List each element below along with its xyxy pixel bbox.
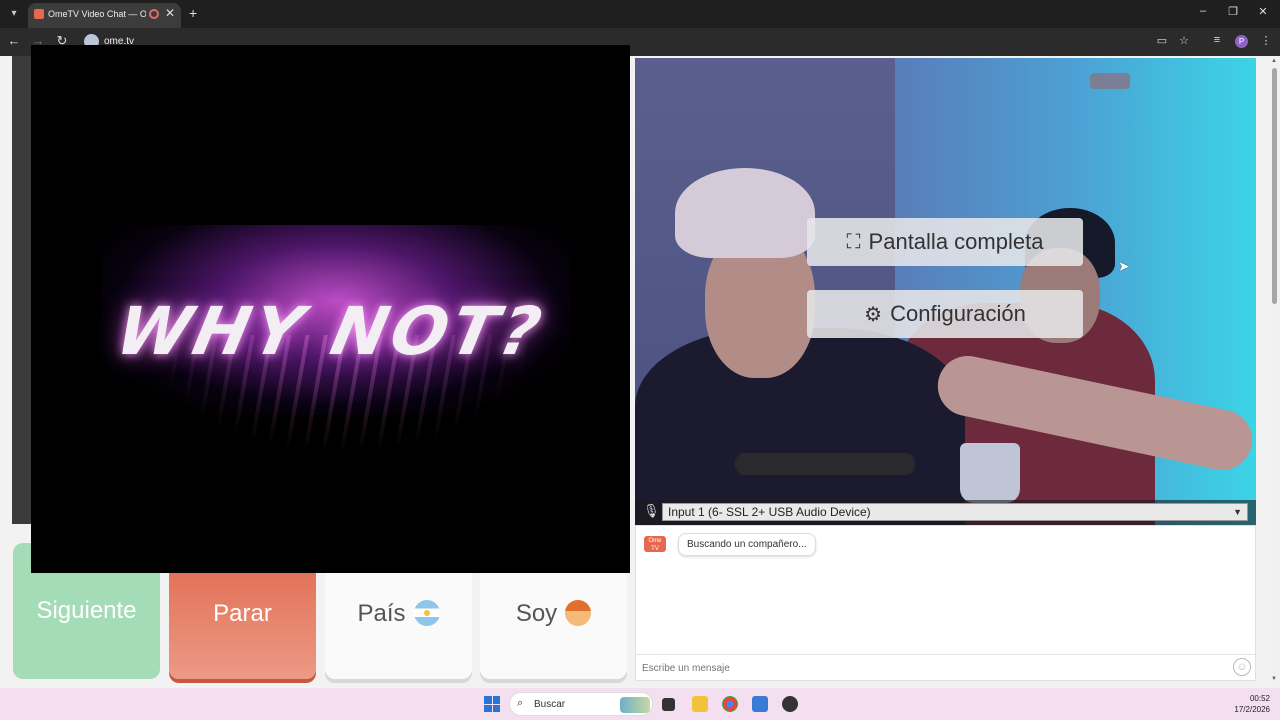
taskbar-search-label: Buscar xyxy=(534,699,566,710)
audio-device-select[interactable]: Input 1 (6- SSL 2+ USB Audio Device) ▼ xyxy=(662,503,1248,521)
browser-tab[interactable]: OmeTV Video Chat — Ome ✕ xyxy=(28,3,181,28)
partner-video: ⛶ Pantalla completa ⚙ Configuración ➤ xyxy=(635,58,1256,525)
task-view-icon[interactable] xyxy=(662,698,675,711)
chevron-down-icon: ▼ xyxy=(1233,507,1242,517)
browser-menu-icon[interactable]: ⋮ xyxy=(1258,34,1274,47)
media-control-icon[interactable]: ≡ xyxy=(1209,34,1225,46)
tab-title: OmeTV Video Chat — Ome xyxy=(48,9,146,19)
search-highlight-image xyxy=(620,697,650,713)
fullscreen-button[interactable]: ⛶ Pantalla completa xyxy=(807,218,1083,266)
audio-device-bar: 🎙 Input 1 (6- SSL 2+ USB Audio Device) ▼ xyxy=(635,500,1256,525)
settings-button[interactable]: ⚙ Configuración xyxy=(807,290,1083,338)
settings-label: Configuración xyxy=(890,301,1026,326)
restore-icon[interactable]: ❐ xyxy=(1218,5,1248,18)
bookmark-star-icon[interactable]: ☆ xyxy=(1176,34,1192,47)
file-explorer-icon[interactable] xyxy=(692,696,708,712)
tab-search-icon[interactable]: ▾ xyxy=(6,6,22,22)
ometv-favicon-icon xyxy=(34,9,44,19)
audio-device-value: Input 1 (6- SSL 2+ USB Audio Device) xyxy=(668,505,871,519)
chat-status-message: Buscando un compañero... xyxy=(678,533,816,556)
obs-icon[interactable] xyxy=(782,696,798,712)
scroll-down-icon[interactable]: ▼ xyxy=(1271,676,1277,682)
clock-time: 00:52 xyxy=(1249,694,1270,703)
fullscreen-label: Pantalla completa xyxy=(868,229,1044,254)
video-camera-object xyxy=(1090,73,1130,89)
browser-tab-bar: ▾ OmeTV Video Chat — Ome ✕ + – ❐ ✕ xyxy=(0,0,1280,28)
screen-share-video: WHY NOT? xyxy=(31,45,630,573)
chat-panel: Ome TV Buscando un compañero... ☺ xyxy=(635,525,1256,681)
microphone-icon: 🎙 xyxy=(643,503,660,518)
ometv-logo: Ome TV xyxy=(644,536,666,552)
taskbar-clock[interactable]: 00:52 17/2/2026 xyxy=(1222,693,1270,715)
gear-icon: ⚙ xyxy=(864,303,883,326)
app-window-icon[interactable] xyxy=(752,696,768,712)
own-video-background xyxy=(12,56,32,524)
stop-label: Parar xyxy=(213,600,272,627)
scroll-up-icon[interactable]: ▲ xyxy=(1271,58,1277,64)
video-cup xyxy=(960,443,1020,503)
emoji-icon[interactable]: ☺ xyxy=(1233,658,1251,676)
video-person-1-hair xyxy=(675,168,815,258)
taskbar-search[interactable]: ⌕ Buscar xyxy=(509,692,653,716)
windows-start-icon[interactable] xyxy=(484,696,500,712)
why-not-title: WHY NOT? xyxy=(109,293,552,370)
windows-taskbar: ⌕ Buscar 00:52 17/2/2026 xyxy=(0,688,1280,720)
argentina-flag-icon xyxy=(413,600,440,626)
page-scrollbar[interactable]: ▲ ▼ xyxy=(1269,56,1280,688)
window-close-icon[interactable]: ✕ xyxy=(1248,5,1278,18)
boy-emoji-icon xyxy=(565,600,592,626)
gender-label: Soy xyxy=(515,600,558,627)
tab-close-icon[interactable]: ✕ xyxy=(165,6,175,20)
recording-indicator-icon xyxy=(149,9,159,19)
fullscreen-icon: ⛶ xyxy=(846,230,861,253)
search-icon: ⌕ xyxy=(517,697,524,709)
minimize-icon[interactable]: – xyxy=(1188,5,1218,17)
profile-avatar[interactable]: P xyxy=(1235,35,1248,48)
next-label: Siguiente xyxy=(36,597,137,624)
mouse-cursor-icon: ➤ xyxy=(1118,258,1130,274)
cast-icon[interactable]: ▭ xyxy=(1154,34,1170,47)
message-input[interactable] xyxy=(642,659,1222,677)
scroll-thumb[interactable] xyxy=(1272,68,1277,304)
back-icon[interactable]: ← xyxy=(5,33,23,48)
new-tab-icon[interactable]: + xyxy=(189,5,197,21)
video-microphone xyxy=(735,453,915,475)
country-label: País xyxy=(357,600,406,627)
chat-input-bar: ☺ xyxy=(636,654,1255,680)
chrome-icon[interactable] xyxy=(722,696,738,712)
clock-date: 17/2/2026 xyxy=(1234,705,1270,714)
